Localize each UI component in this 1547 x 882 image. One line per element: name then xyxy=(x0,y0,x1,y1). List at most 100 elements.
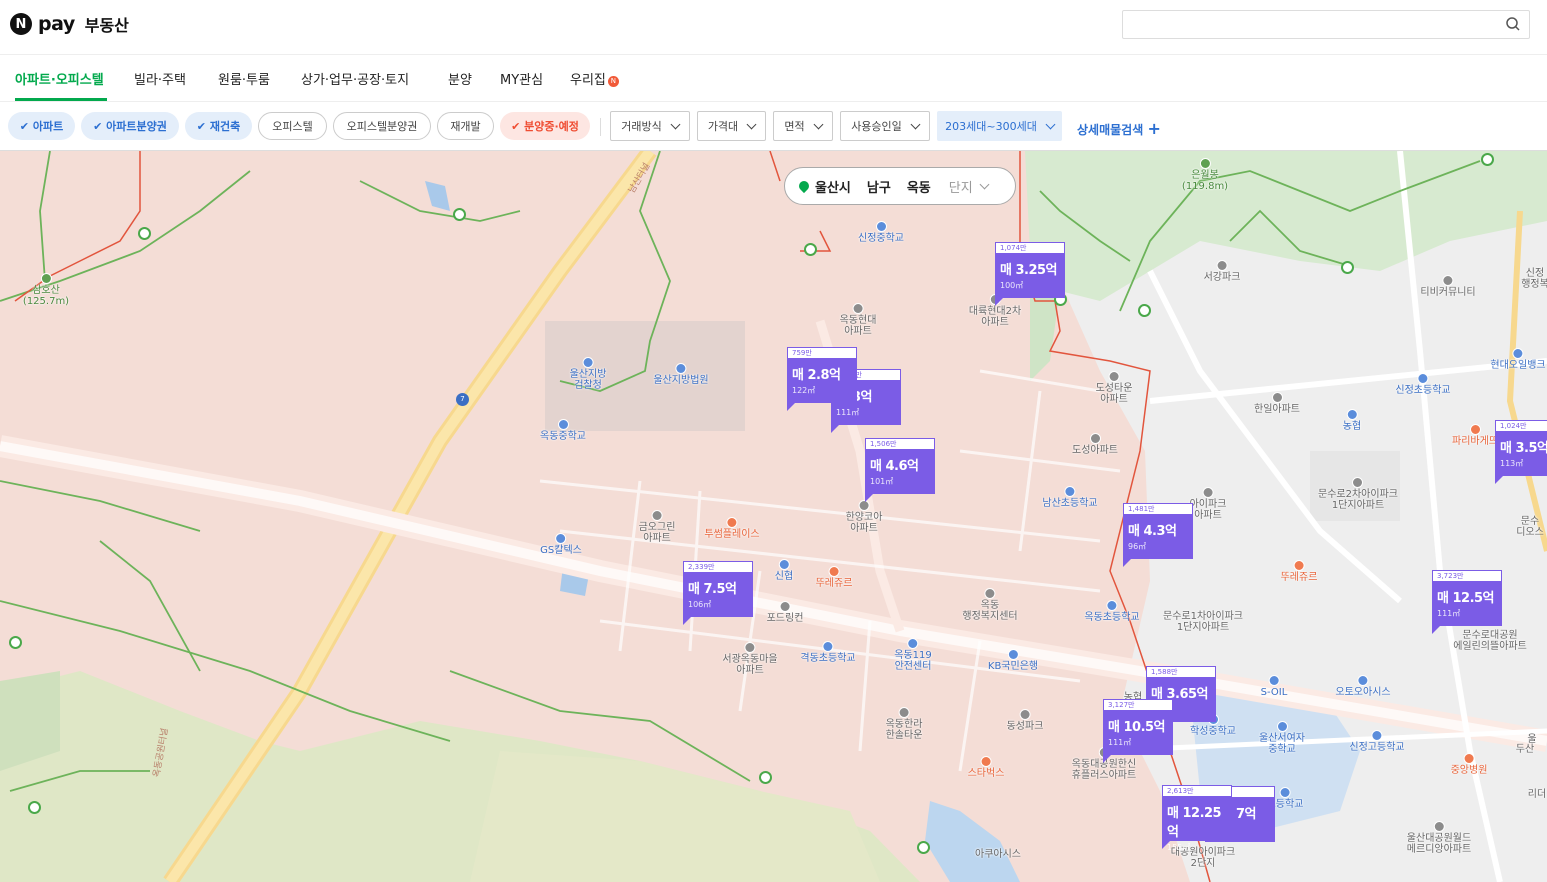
place-label[interactable]: 은월봉 (119.8m) xyxy=(1182,158,1228,192)
search-input[interactable] xyxy=(1122,10,1530,39)
dropdown-approval-date[interactable]: 사용승인일 xyxy=(840,111,930,141)
place-name: 서광옥동마을 아파트 xyxy=(722,654,778,676)
dropdown-trade-type[interactable]: 거래방식 xyxy=(610,111,690,141)
place-name: 신협 xyxy=(774,571,794,582)
place-label[interactable]: 오토오아시스 xyxy=(1335,675,1391,698)
marker-price: 매 7.5억 xyxy=(688,582,737,597)
filter-chip-reconstruction[interactable]: ✔ 재건축 xyxy=(185,112,252,140)
tab-my-home[interactable]: 우리집 N xyxy=(570,69,619,88)
filter-chip-apartment-presale-right[interactable]: ✔ 아파트분양권 xyxy=(81,112,179,140)
place-label[interactable]: 격동초등학교 xyxy=(800,641,856,664)
marker-price: 매 4.6억 xyxy=(870,459,919,474)
bakery-icon xyxy=(1293,560,1305,571)
dropdown-price[interactable]: 가격대 xyxy=(697,111,766,141)
place-label[interactable]: 뚜레쥬르 xyxy=(816,566,852,589)
chip-label: 재건축 xyxy=(209,120,241,133)
mountain-icon xyxy=(40,273,52,284)
dropdown-area[interactable]: 면적 xyxy=(773,111,833,141)
place-label[interactable]: KB국민은행 xyxy=(988,649,1038,672)
place-label[interactable]: 도성아파트 xyxy=(1072,433,1118,456)
naver-pay-logo[interactable]: N pay 부동산 xyxy=(10,12,129,36)
place-label[interactable]: 파리바게뜨 xyxy=(1452,424,1498,447)
place-label[interactable]: 한양코아 아파트 xyxy=(846,500,882,534)
place-label[interactable]: 신정고등학교 xyxy=(1349,730,1405,753)
place-label[interactable]: 서강파크 xyxy=(1204,260,1240,283)
place-label[interactable]: 울산서여자 중학교 xyxy=(1259,721,1305,755)
price-marker[interactable]: 759만 매 2.8억 122㎡ xyxy=(787,347,857,411)
place-label[interactable]: 투썸플레이스 xyxy=(704,517,760,540)
place-label[interactable]: 신협 xyxy=(775,559,793,582)
place-label[interactable]: 옥동초등학교 xyxy=(1084,600,1140,623)
place-label[interactable]: 중앙병원 xyxy=(1451,753,1487,776)
place-name: 현대오일뱅크 xyxy=(1490,360,1546,371)
place-label[interactable]: 아이파크 아파트 xyxy=(1190,487,1226,521)
filter-chip-officetel-presale-right[interactable]: 오피스텔분양권 xyxy=(333,112,431,140)
place-label[interactable]: 농협 xyxy=(1343,409,1361,432)
tab-villa-house[interactable]: 빌라·주택 xyxy=(134,69,186,88)
tab-presale[interactable]: 분양 xyxy=(448,69,472,88)
place-label[interactable]: 티비커뮤니티 xyxy=(1420,275,1476,298)
map-canvas[interactable]: 남산터널 옥동공원터널 7 삼호산 (125.7m) 신정중학교 은월봉 (11… xyxy=(0,151,1547,882)
location-breadcrumb[interactable]: 울산시 남구 옥동 단지 xyxy=(784,167,1016,205)
place-label[interactable]: 울산대공원월드 메르디앙아파트 xyxy=(1407,821,1471,855)
filter-chip-apartment[interactable]: ✔ 아파트 xyxy=(8,112,75,140)
place-label[interactable]: 서광옥동마을 아파트 xyxy=(722,642,778,676)
place-label[interactable]: 옥동한라 한솔타운 xyxy=(885,707,923,741)
place-label[interactable]: 도성타운 아파트 xyxy=(1096,371,1132,405)
tab-commercial-land[interactable]: 상가·업무·공장·토지 xyxy=(301,69,409,88)
place-label[interactable]: 신정초등학교 xyxy=(1395,373,1451,396)
place-label[interactable]: GS칼텍스 xyxy=(540,533,582,556)
marker-count: 2,613만 xyxy=(1162,785,1232,796)
price-marker[interactable]: 3,723만 매 12.5억 111㎡ xyxy=(1432,570,1502,634)
place-label[interactable]: 금오그린 아파트 xyxy=(638,510,676,544)
filter-chip-presale-ongoing[interactable]: ✔ 분양중·예정 xyxy=(500,112,590,140)
place-name: 문수 디오스 xyxy=(1516,516,1544,538)
price-marker[interactable]: 2,339만 매 7.5억 106㎡ xyxy=(683,561,753,625)
filter-chip-officetel[interactable]: 오피스텔 xyxy=(258,112,327,140)
place-label[interactable]: 동성파크 xyxy=(1007,709,1043,732)
place-label[interactable]: 울산지방법원 xyxy=(653,363,709,386)
place-name: 신정초등학교 xyxy=(1395,385,1451,396)
marker-price: 매 2.8억 xyxy=(792,368,841,383)
place-label[interactable]: 옥동119 안전센터 xyxy=(894,638,932,672)
place-name: 금오그린 아파트 xyxy=(638,522,676,544)
tab-oneroom-tworoom[interactable]: 원룸·투룸 xyxy=(218,69,270,88)
price-marker[interactable]: 2,613만 매 12.25억 155㎡ xyxy=(1162,785,1232,852)
place-label[interactable]: 삼호산 (125.7m) xyxy=(23,273,69,307)
place-label[interactable]: 남산초등학교 xyxy=(1042,486,1098,509)
price-marker[interactable]: 1,074만 매 3.25억 100㎡ xyxy=(995,242,1065,306)
place-label[interactable]: 신정중학교 xyxy=(858,221,904,244)
breadcrumb-dong[interactable]: 옥동 xyxy=(907,177,931,196)
marker-count: 2,339만 xyxy=(683,561,753,572)
breadcrumb-complex[interactable]: 단지 xyxy=(949,177,973,196)
tab-my-interest[interactable]: MY관심 xyxy=(500,69,543,88)
breadcrumb-city[interactable]: 울산시 xyxy=(815,177,851,196)
place-name: 옥동한라 한솔타운 xyxy=(885,719,923,741)
place-label[interactable]: 포드링컨 xyxy=(767,601,803,624)
place-label[interactable]: 옥동 행정복지센터 xyxy=(962,588,1018,622)
place-label[interactable]: 한일아파트 xyxy=(1254,392,1300,415)
place-label[interactable]: 옥동중학교 xyxy=(540,419,586,442)
price-marker[interactable]: 1,024만 매 3.5억 113㎡ xyxy=(1495,420,1547,484)
breadcrumb-district[interactable]: 남구 xyxy=(867,177,891,196)
place-label[interactable]: 울산지방 검찰청 xyxy=(570,357,606,391)
search-icon[interactable] xyxy=(1505,16,1521,32)
price-marker[interactable]: 1,481만 매 4.3억 96㎡ xyxy=(1123,503,1193,567)
place-label[interactable]: 문수로2차아이파크 1단지아파트 xyxy=(1318,477,1398,511)
gas-station-icon xyxy=(1512,348,1524,359)
detail-search-button[interactable]: 상세매물검색 + xyxy=(1077,119,1161,138)
filter-chip-redevelopment[interactable]: 재개발 xyxy=(437,112,494,140)
place-label[interactable]: 뚜레쥬르 xyxy=(1281,560,1317,583)
price-marker[interactable]: 1,506만 매 4.6억 101㎡ xyxy=(865,438,935,502)
map-background xyxy=(0,151,1547,882)
place-label[interactable]: S-OIL xyxy=(1261,675,1287,698)
place-name: 스타벅스 xyxy=(967,768,1005,779)
government-icon xyxy=(582,357,594,368)
dropdown-households[interactable]: 203세대~300세대 xyxy=(937,111,1062,141)
place-label[interactable]: 옥동현대 아파트 xyxy=(840,303,876,337)
price-marker[interactable]: 3,127만 매 10.5억 111㎡ xyxy=(1103,699,1173,763)
place-label[interactable]: 스타벅스 xyxy=(967,756,1005,779)
tab-apartment-officetel[interactable]: 아파트·오피스텔 xyxy=(15,69,104,88)
place-label[interactable]: 현대오일뱅크 xyxy=(1490,348,1546,371)
marker-area: 113㎡ xyxy=(1500,459,1524,468)
